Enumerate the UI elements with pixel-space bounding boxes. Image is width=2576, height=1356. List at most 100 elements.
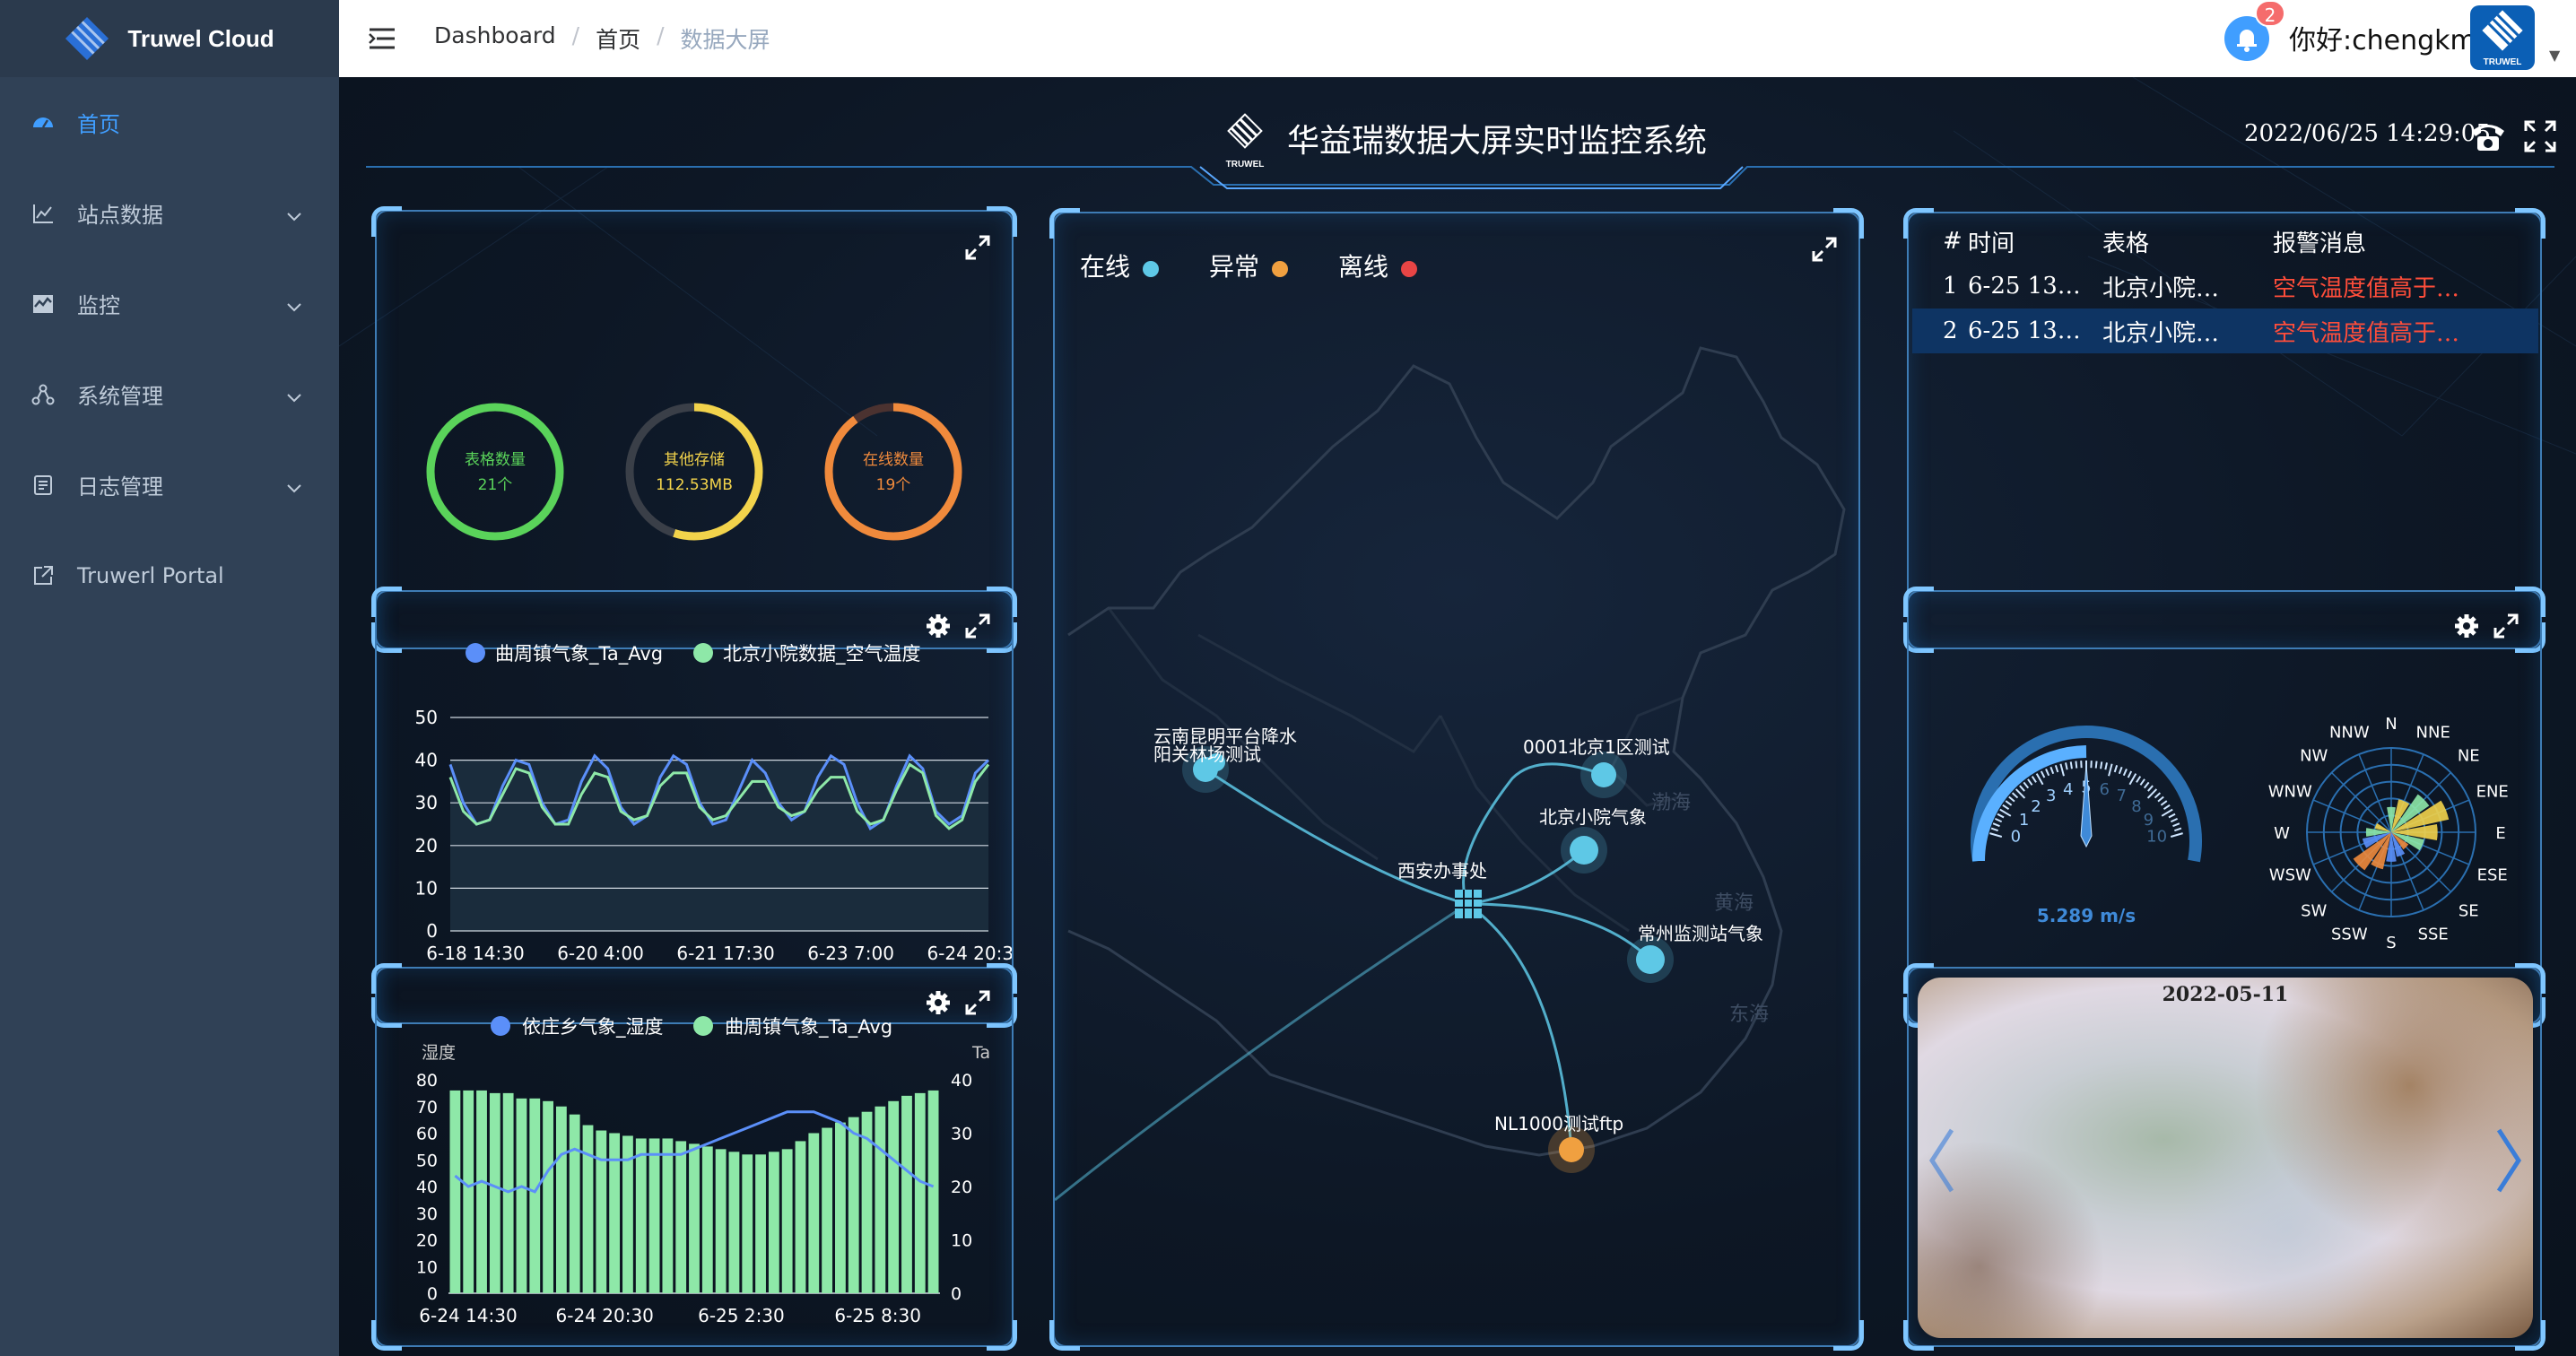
gauge-tick [2174,827,2182,832]
site-sublabel: 阳关林场测试 [1153,743,1261,765]
gauge-tick [1992,822,2000,828]
chevron-down-icon [287,474,301,499]
gauge-tick [2170,817,2179,823]
app-name: Truwel Cloud [127,24,274,52]
table-row[interactable]: 2 6-25 13… 北京小院… 空气温度值高于… [1912,309,2538,353]
ring-table-count: 表格数量 21个 [426,403,564,541]
wind-panel: 0123456789105.289 m/s NNNENEENEEESESESSE… [1903,587,2546,1028]
rose-direction-label: ENE [2476,782,2509,801]
gauge-tick [2172,822,2180,828]
legend-label-2: 曲周镇气象_Ta_Avg [725,1016,892,1039]
sidebar-item-monitor[interactable]: 监控 [0,258,339,349]
gauge-tick [2002,804,2010,811]
y-tick-label: 50 [415,707,438,728]
gauge-tick [2100,761,2103,769]
sea-label-bohai: 渤海 [1651,792,1691,814]
user-greeting[interactable]: 你好:chengkm [2289,18,2476,57]
alarm-table-header: # 时间 表格 报警消息 [1912,219,2538,264]
data-screen: TRUWEL 华益瑞数据大屏实时监控系统 2022/06/25 14:29:05… [339,77,2576,1356]
fullscreen-icon[interactable] [2522,118,2558,154]
alarm-panel: # 时间 表格 报警消息 1 6-25 13… 北京小院… 空气温度值高于… 2 6-25 1… [1903,208,2546,653]
legend-swatch-1 [491,1016,510,1036]
sidebar-item-home[interactable]: 首页 [0,77,339,168]
rose-direction-label: W [2274,824,2290,843]
gauge-tick [2027,778,2033,786]
ring-online-count: 在线数量 19个 [824,403,962,541]
bar [449,1090,461,1293]
rose-direction-label: SSW [2331,926,2368,944]
bar [888,1100,900,1293]
sidebar-item-system[interactable]: 系统管理 [0,349,339,439]
left-tick-label: 60 [416,1125,438,1144]
gauge-tick [2031,776,2037,783]
phone-icon[interactable] [2468,118,2508,154]
humidity-bar-panel: 依庄乡气象_湿度 曲周镇气象_Ta_Avg 湿度 Ta 80 70 60 50 40 30… [371,963,1017,1351]
svg-text:TRUWEL: TRUWEL [2484,57,2522,67]
gauge-tick [1999,808,2012,817]
breadcrumb-dashboard[interactable]: Dashboard [434,22,556,55]
bar [476,1090,487,1293]
avatar[interactable]: TRUWEL [2470,5,2535,70]
alarm-index: 1 [1943,273,1958,300]
alarm-table: # 时间 表格 报警消息 1 6-25 13… 北京小院… 空气温度值高于… 2 6-25 1… [1912,219,2538,353]
gauge-tick [1990,827,1998,832]
breadcrumb-home[interactable]: 首页 [596,22,640,55]
right-axis-title: Ta [971,1043,990,1063]
legend-swatch-2 [693,1016,713,1036]
map-hub[interactable]: 西安办事处 [1397,860,1487,918]
app-logo[interactable]: Truwel Cloud [0,0,339,77]
legend-swatch-1 [466,643,485,663]
alarm-col-table: 表格 [2102,230,2150,257]
bar [529,1098,541,1293]
bar [822,1127,833,1293]
bar [795,1141,806,1293]
gauge-tick [2104,762,2108,770]
sidebar-item-logs[interactable]: 日志管理 [0,439,339,530]
rose-direction-label: NNW [2329,723,2370,742]
right-tick-label: 40 [951,1071,972,1091]
truwel-logo-icon [65,16,109,61]
bar [543,1100,553,1293]
camera-date: 2022-05-11 [2162,983,2289,1006]
left-tick-label: 20 [416,1231,438,1251]
breadcrumb-separator: / [657,22,665,48]
gauge-tick [2035,773,2044,786]
user-dropdown-caret-icon[interactable]: ▼ [2549,47,2560,64]
bar [609,1133,621,1293]
x-tick-label: 6-24 14:30 [419,1305,517,1326]
gauge-tick-label: 4 [2063,780,2073,799]
bar [835,1122,846,1293]
bar [701,1146,713,1293]
bar [781,1149,793,1293]
hamburger-icon[interactable] [366,22,398,55]
site-label: NL1000测试ftp [1494,1113,1623,1134]
stats-panel: 表格数量 21个 其他存储 112.53MB 在线数量 19个 [371,206,1017,653]
bar [715,1149,727,1293]
line-chart: 曲周镇气象_Ta_Avg 北京小院数据_空气温度 50 40 30 20 10 06-18… [415,643,1012,964]
gauge-tick [2023,781,2030,789]
bar-chart: 依庄乡气象_湿度 曲周镇气象_Ta_Avg 湿度 Ta 80 70 60 50 40 30… [416,1016,990,1326]
carousel-next-icon[interactable] [2490,1125,2526,1196]
sidebar-item-label: 系统管理 [77,384,163,409]
ring-arc [824,403,962,541]
left-axis-title: 湿度 [422,1043,456,1063]
map-site-beijing-yard[interactable]: 北京小院气象 [1539,806,1647,874]
bar [648,1138,660,1293]
sidebar-item-portal[interactable]: Truwerl Portal [0,530,339,621]
gauge-tick-label: 3 [2046,787,2056,805]
ring-other-storage: 其他存储 112.53MB [625,403,763,541]
sidebar-item-label: 监控 [77,293,120,318]
gauge-tick [2008,795,2015,803]
bar [848,1117,859,1293]
map-site-beijing-test[interactable]: 0001北京1区测试 [1523,736,1670,798]
map-site-changzhou[interactable]: 常州监测站气象 [1627,923,1763,983]
alarm-col-time: 时间 [1968,230,2015,257]
left-tick-label: 0 [427,1284,438,1304]
site-label: 常州监测站气象 [1638,923,1763,944]
table-row[interactable]: 1 6-25 13… 北京小院… 空气温度值高于… [1912,264,2538,309]
carousel-prev-icon[interactable] [1925,1125,1961,1196]
sea-label-huanghai: 黄海 [1714,892,1754,915]
left-tick-label: 70 [416,1098,438,1117]
sidebar-item-site-data[interactable]: 站点数据 [0,168,339,258]
alarm-message: 空气温度值高于… [2273,319,2460,347]
